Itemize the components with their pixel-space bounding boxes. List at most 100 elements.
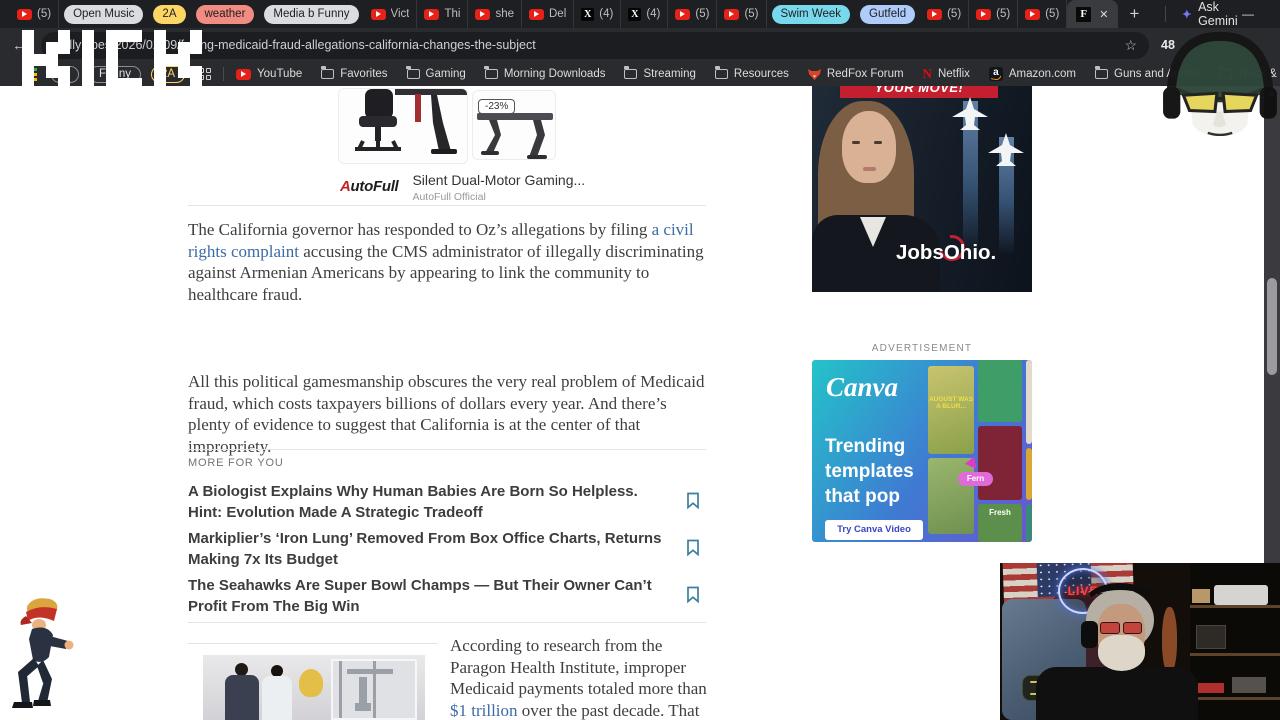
discount-badge: -23%: [478, 99, 516, 114]
canva-template-thumb: Fresh: [978, 504, 1022, 542]
browser-tab[interactable]: (5): [10, 0, 60, 28]
tab-group-open-music[interactable]: Open Music: [64, 4, 144, 24]
tab-group-weather[interactable]: weather: [195, 4, 255, 24]
new-tab-button[interactable]: +: [1130, 4, 1140, 24]
gemini-icon: [1182, 9, 1193, 19]
bookmarks-separator: [223, 67, 225, 81]
bookmark-star-icon[interactable]: ☆: [1124, 37, 1137, 54]
one-trillion-link[interactable]: $1 trillion: [450, 701, 518, 720]
youtube-icon: [529, 8, 544, 20]
minimize-button[interactable]: —: [1242, 7, 1254, 21]
dancing-cartoon-overlay: [12, 598, 74, 708]
browser-tab[interactable]: X (4): [574, 0, 622, 28]
bookmark-folder-resources[interactable]: Resources: [714, 66, 789, 80]
sponsored-product-image-desk[interactable]: -23%: [472, 90, 556, 160]
tab-group-swim-week[interactable]: Swim Week: [771, 4, 851, 24]
bookmark-youtube[interactable]: YouTube: [236, 68, 302, 80]
browser-tab[interactable]: Vict: [364, 0, 418, 28]
fox-icon: [807, 68, 821, 80]
youtube-icon: [724, 8, 740, 20]
article-paragraph: The California governor has responded to…: [188, 220, 704, 304]
bookmark-folder-streaming[interactable]: Streaming: [624, 66, 696, 80]
bookmark-icon[interactable]: [686, 539, 700, 556]
sponsored-ad-title[interactable]: Silent Dual-Motor Gaming...: [412, 172, 585, 188]
browser-tab[interactable]: she: [468, 0, 522, 28]
article-paragraph: All this political gamesmanship obscures…: [188, 372, 705, 456]
scrollbar-thumb[interactable]: [1267, 278, 1277, 375]
related-article-link[interactable]: Markiplier’s ‘Iron Lung’ Removed From Bo…: [188, 528, 666, 570]
jobsohio-ad[interactable]: YOUR MOVE! JobsOhio.: [812, 86, 1032, 292]
related-article-link[interactable]: A Biologist Explains Why Human Babies Ar…: [188, 481, 666, 523]
sponsored-product-image-chair[interactable]: [338, 88, 468, 164]
netflix-icon: N: [922, 66, 932, 81]
tab-group-media-b-funny[interactable]: Media b Funny: [264, 4, 359, 24]
apps-grid-icon[interactable]: [24, 67, 37, 81]
browser-tab[interactable]: X (4): [621, 0, 669, 28]
autofull-logo: AutoFull: [340, 178, 399, 195]
browser-toolbar: ← allypipes/2026/02/09/facing-medicaid-f…: [0, 28, 1280, 62]
fern-tag: Fern: [958, 472, 993, 486]
tab-group-2a[interactable]: 2A: [153, 4, 186, 24]
streamer-head: [1081, 583, 1158, 683]
canva-template-thumb: [928, 458, 974, 534]
bookmark-folder-favorites[interactable]: Favorites: [320, 66, 388, 80]
bookmark-folder-gaming[interactable]: Gaming: [406, 66, 466, 80]
bookmark-group-funny[interactable]: Funny: [89, 65, 141, 83]
url-text: allypipes/2026/02/09/facing-medicaid-fra…: [59, 38, 536, 52]
bookmark-group-2a[interactable]: 2A: [150, 65, 186, 83]
figure-divider: [188, 643, 438, 644]
active-tab-forbes[interactable]: F ✕: [1067, 0, 1118, 28]
x-twitter-icon: X: [581, 7, 595, 21]
youtube-icon: [675, 8, 691, 20]
bookmark-icon[interactable]: [686, 586, 700, 603]
amazon-icon: a: [988, 67, 1003, 81]
tab-group-gutfeld[interactable]: Gutfeld: [860, 4, 916, 24]
address-bar[interactable]: allypipes/2026/02/09/facing-medicaid-fra…: [41, 31, 1149, 59]
printer: [1214, 585, 1268, 605]
browser-tab[interactable]: (5): [969, 0, 1019, 28]
browser-tab[interactable]: (5): [717, 0, 767, 28]
browser-window: (5) Open Music 2A weather Media b Funny …: [0, 0, 1280, 720]
obscured-group-pill[interactable]: tf: [51, 65, 79, 83]
fighter-jet-icon: [952, 97, 988, 130]
folder-icon: [320, 66, 335, 79]
browser-tab[interactable]: (5): [668, 0, 718, 28]
canva-template-thumb: [978, 426, 1022, 500]
browser-tab[interactable]: Thi: [417, 0, 469, 28]
tab-groups-icon[interactable]: [199, 68, 212, 80]
browser-tab[interactable]: (5): [1018, 0, 1068, 28]
bookmark-icon[interactable]: [686, 492, 700, 509]
canva-template-thumb: [978, 360, 1022, 422]
folder-icon: [406, 66, 420, 79]
article-image: [203, 655, 425, 720]
folder-icon: [714, 66, 728, 79]
youtube-icon: [17, 8, 32, 20]
youtube-icon: [370, 8, 386, 20]
youtube-icon: [236, 68, 252, 80]
gaming-chair-desk-image: [355, 89, 467, 154]
browser-tab[interactable]: Del: [522, 0, 575, 28]
browser-tab[interactable]: (5): [920, 0, 970, 28]
section-divider: [188, 622, 706, 623]
bookmark-folder-morning-downloads[interactable]: Morning Downloads: [484, 66, 605, 80]
background-shelf: [1190, 563, 1280, 720]
youtube-icon: [927, 8, 943, 20]
folder-icon: [1094, 66, 1108, 79]
canva-ad[interactable]: Canva Trending templates that pop Try Ca…: [812, 360, 1032, 542]
try-canva-video-button[interactable]: Try Canva Video: [825, 520, 923, 540]
canva-template-thumb: AUGUST WAS A BLUR...: [928, 366, 974, 454]
youtube-icon: [1025, 8, 1041, 20]
bookmark-amazon[interactable]: a Amazon.com: [988, 67, 1076, 81]
canva-template-thumb: [1026, 504, 1032, 542]
related-article-link[interactable]: The Seahawks Are Super Bowl Champs — But…: [188, 575, 666, 617]
ask-gemini-button[interactable]: Ask Gemini: [1165, 0, 1242, 28]
youtube-icon: [475, 8, 491, 20]
youtube-icon: [976, 8, 992, 20]
bookmark-netflix[interactable]: N Netflix: [923, 66, 970, 82]
section-divider: [188, 205, 706, 206]
window-controls: — ▢ ✕: [1242, 7, 1280, 21]
bookmark-redfox-forum[interactable]: RedFox Forum: [807, 68, 904, 80]
webcam-overlay: LIVE: [1000, 563, 1280, 720]
tab-close-icon[interactable]: ✕: [1099, 8, 1108, 21]
sponsored-ad-meta[interactable]: AutoFull Silent Dual-Motor Gaming... Aut…: [340, 172, 585, 203]
